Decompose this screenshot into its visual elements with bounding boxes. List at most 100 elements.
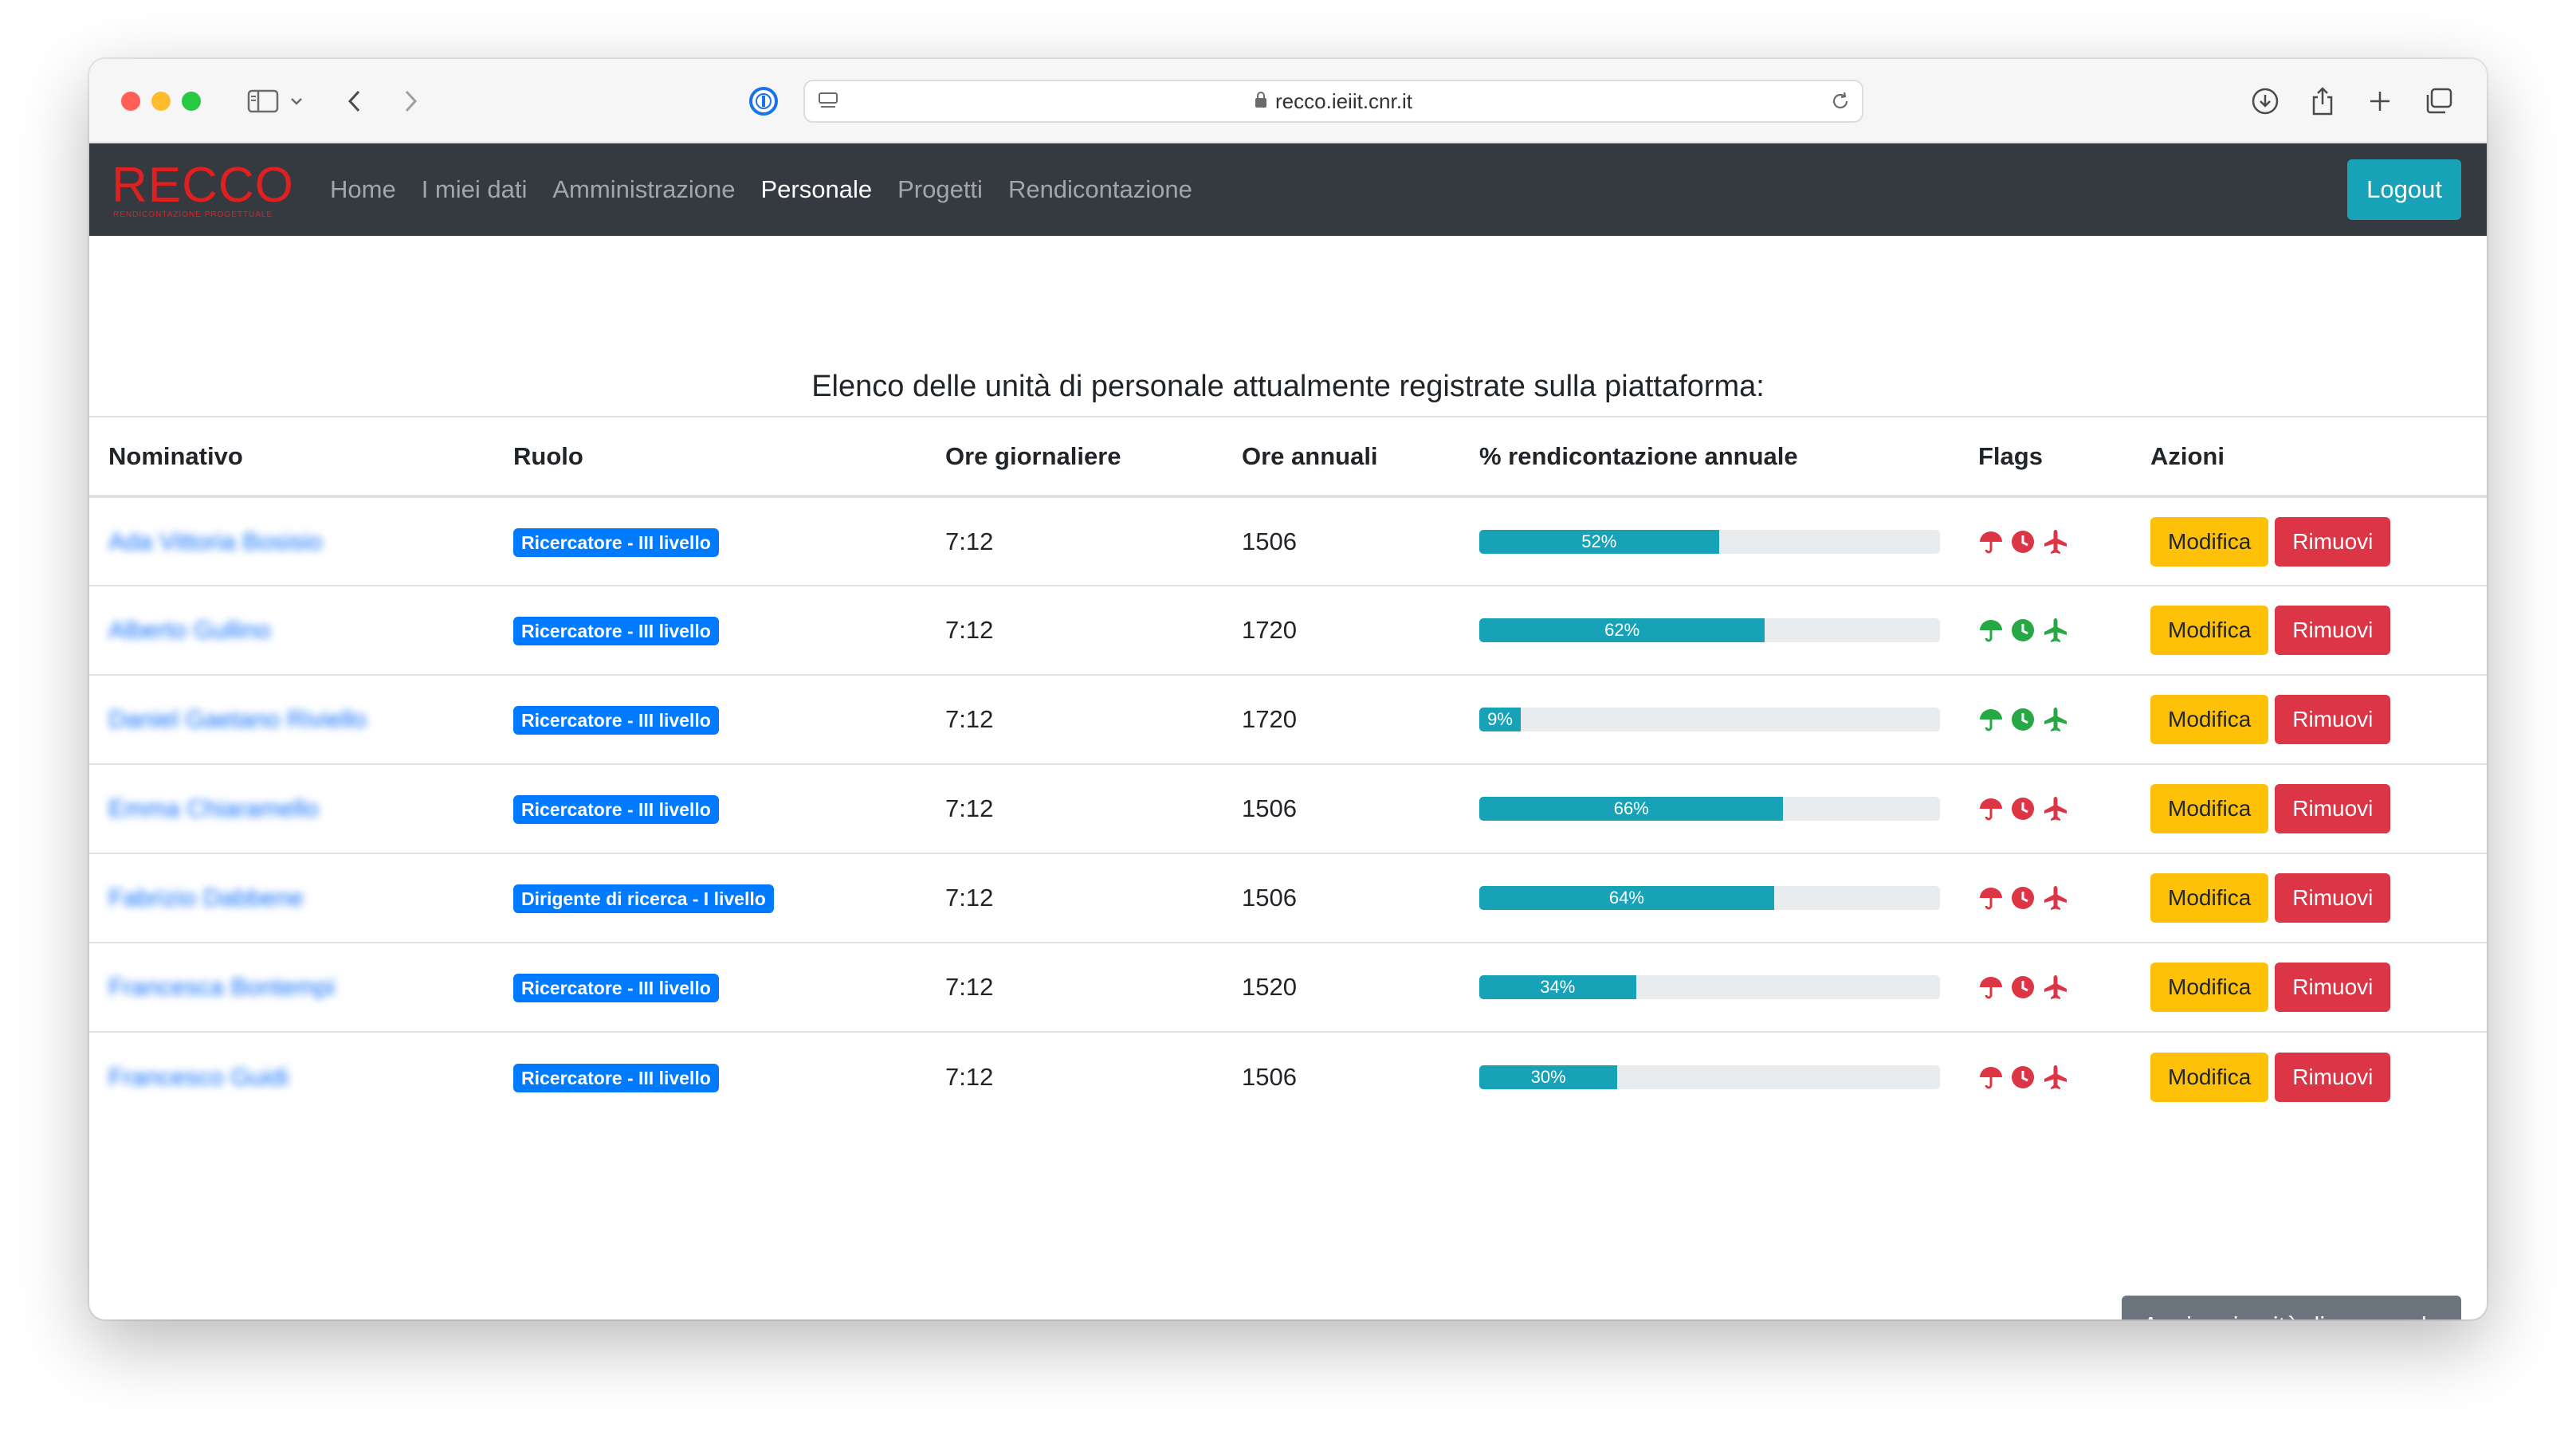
cell-flags <box>1959 853 2131 943</box>
logout-button[interactable]: Logout <box>2347 159 2461 220</box>
clock-icon <box>2010 796 2036 821</box>
role-badge: Dirigente di ricerca - I livello <box>513 884 774 913</box>
header-ore-giornaliere[interactable]: Ore giornaliere <box>926 416 1223 498</box>
cell-azioni: Modifica Rimuovi <box>2131 853 2487 943</box>
password-manager-icon[interactable] <box>748 83 779 120</box>
cell-ore-annuali: 1720 <box>1223 586 1460 676</box>
cell-ore-annuali: 1720 <box>1223 675 1460 765</box>
edit-button[interactable]: Modifica <box>2150 695 2269 744</box>
role-badge: Ricercatore - III livello <box>513 706 719 735</box>
reporting-progress-bar: 64% <box>1479 886 1774 910</box>
cell-ruolo: Ricercatore - III livello <box>494 764 926 854</box>
forward-icon[interactable] <box>399 83 422 120</box>
cell-rendicontazione: 30% <box>1460 1032 1959 1121</box>
cell-ore-annuali: 1506 <box>1223 496 1460 586</box>
airplane-icon <box>2042 617 2069 644</box>
edit-button[interactable]: Modifica <box>2150 1052 2269 1102</box>
remove-button[interactable]: Rimuovi <box>2275 516 2391 567</box>
cell-flags <box>1959 586 2131 676</box>
cell-nominativo: Francesca Bontempi <box>89 943 494 1033</box>
remove-button[interactable]: Rimuovi <box>2275 695 2391 744</box>
tab-overview-icon[interactable] <box>2423 83 2455 120</box>
cell-ruolo: Ricercatore - III livello <box>494 586 926 676</box>
cell-azioni: Modifica Rimuovi <box>2131 586 2487 676</box>
person-name-link[interactable]: Fabrizio Dabbene <box>108 884 304 912</box>
recco-logo[interactable]: RECCO RENDICONTAZIONE PROGETTUALE <box>112 158 295 220</box>
edit-button[interactable]: Modifica <box>2150 963 2269 1012</box>
reporting-progress: 34% <box>1479 975 1940 999</box>
close-window-button[interactable] <box>121 92 140 111</box>
remove-button[interactable]: Rimuovi <box>2275 606 2391 655</box>
edit-button[interactable]: Modifica <box>2150 784 2269 833</box>
person-name-link[interactable]: Ada Vittoria Bosisio <box>108 527 322 555</box>
cell-rendicontazione: 66% <box>1460 764 1959 854</box>
person-name-link[interactable]: Daniel Gaetano Riviello <box>108 705 367 733</box>
cell-azioni: Modifica Rimuovi <box>2131 764 2487 854</box>
header-ore-annuali[interactable]: Ore annuali <box>1223 416 1460 498</box>
header-azioni[interactable]: Azioni <box>2131 416 2487 498</box>
new-tab-icon[interactable] <box>2364 83 2396 120</box>
reload-icon[interactable] <box>1828 88 1852 115</box>
edit-button[interactable]: Modifica <box>2150 516 2269 567</box>
cell-flags <box>1959 675 2131 765</box>
sidebar-toggle-icon[interactable] <box>245 83 281 120</box>
cell-flags <box>1959 1032 2131 1121</box>
remove-button[interactable]: Rimuovi <box>2275 963 2391 1012</box>
clock-icon <box>2010 529 2036 555</box>
clock-icon <box>2010 974 2036 1000</box>
person-name-link[interactable]: Francesca Bontempi <box>108 973 335 1001</box>
page-title: Elenco delle unità di personale attualme… <box>811 370 1765 403</box>
airplane-icon <box>2042 706 2069 733</box>
nav-home[interactable]: Home <box>330 175 396 204</box>
person-name-link[interactable]: Alberto Gullino <box>108 616 270 644</box>
cell-azioni: Modifica Rimuovi <box>2131 1032 2487 1121</box>
reporting-progress-bar: 52% <box>1479 529 1719 554</box>
nav-i-miei-dati[interactable]: I miei dati <box>422 175 528 204</box>
nav-progetti[interactable]: Progetti <box>897 175 983 204</box>
cell-azioni: Modifica Rimuovi <box>2131 496 2487 586</box>
cell-rendicontazione: 64% <box>1460 853 1959 943</box>
header-rendicontazione[interactable]: % rendicontazione annuale <box>1460 416 1959 498</box>
table-row: Daniel Gaetano Riviello Ricercatore - II… <box>89 675 2487 765</box>
nav-links: Home I miei dati Amministrazione Persona… <box>330 143 1218 236</box>
address-bar[interactable]: recco.ieiit.cnr.it <box>803 80 1863 123</box>
back-icon[interactable] <box>343 83 367 120</box>
header-ruolo[interactable]: Ruolo <box>494 416 926 498</box>
add-personnel-button[interactable]: Aggiungi unità di personale <box>2122 1296 2461 1319</box>
reporting-progress: 9% <box>1479 708 1940 731</box>
lock-icon <box>1255 89 1267 114</box>
remove-button[interactable]: Rimuovi <box>2275 873 2391 923</box>
cell-ruolo: Ricercatore - III livello <box>494 675 926 765</box>
person-name-link[interactable]: Emma Chiaramello <box>108 794 319 822</box>
remove-button[interactable]: Rimuovi <box>2275 784 2391 833</box>
share-icon[interactable] <box>2307 83 2338 120</box>
role-badge: Ricercatore - III livello <box>513 1063 719 1092</box>
nav-personale[interactable]: Personale <box>761 175 873 204</box>
top-navbar: RECCO RENDICONTAZIONE PROGETTUALE Home I… <box>89 143 2487 236</box>
role-badge: Ricercatore - III livello <box>513 795 719 824</box>
cell-rendicontazione: 52% <box>1460 496 1959 586</box>
airplane-icon <box>2042 974 2069 1001</box>
clock-icon <box>2010 707 2036 732</box>
cell-ore-annuali: 1506 <box>1223 853 1460 943</box>
reporting-progress: 66% <box>1479 797 1940 821</box>
remove-button[interactable]: Rimuovi <box>2275 1052 2391 1102</box>
cell-ore-giornaliere: 7:12 <box>945 1062 994 1091</box>
umbrella-icon <box>1978 529 2004 555</box>
zoom-window-button[interactable] <box>182 92 201 111</box>
airplane-icon <box>2042 528 2069 555</box>
edit-button[interactable]: Modifica <box>2150 873 2269 923</box>
person-name-link[interactable]: Francesco Guidi <box>108 1063 289 1091</box>
clock-icon <box>2010 618 2036 643</box>
header-flags[interactable]: Flags <box>1959 416 2131 498</box>
edit-button[interactable]: Modifica <box>2150 606 2269 655</box>
nav-amministrazione[interactable]: Amministrazione <box>552 175 735 204</box>
header-nominativo[interactable]: Nominativo <box>89 416 494 498</box>
chevron-down-icon[interactable] <box>289 83 304 120</box>
download-icon[interactable] <box>2248 83 2283 120</box>
reporting-progress: 62% <box>1479 618 1940 642</box>
nav-rendicontazione[interactable]: Rendicontazione <box>1008 175 1192 204</box>
cell-nominativo: Ada Vittoria Bosisio <box>89 496 494 586</box>
url-text: recco.ieiit.cnr.it <box>1275 88 1412 113</box>
minimize-window-button[interactable] <box>151 92 171 111</box>
